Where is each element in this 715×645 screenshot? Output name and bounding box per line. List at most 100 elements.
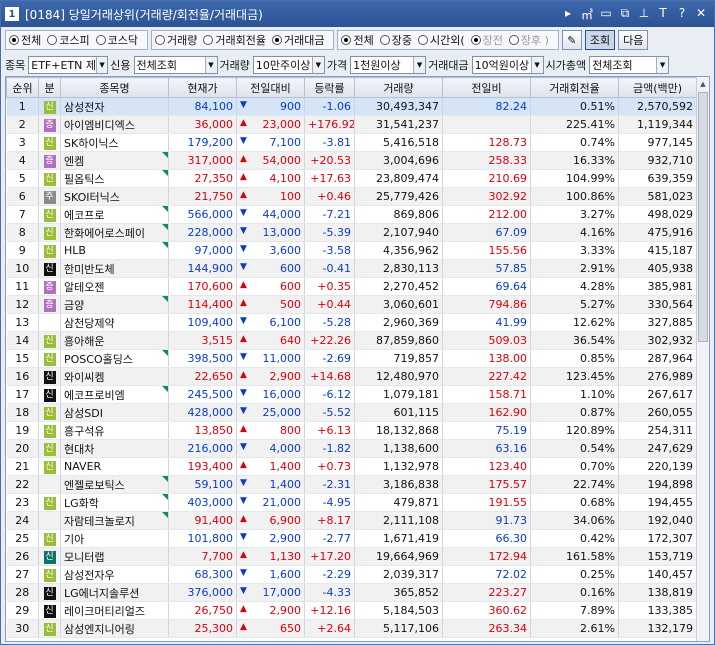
next-button[interactable]: 다음 bbox=[618, 30, 649, 50]
table-row[interactable]: 3 신 SK하이닉스 179,200 ▼ 7,100 -3.81 5,416,518 128.7… bbox=[6, 133, 697, 152]
session-radio-2[interactable]: 시간외( bbox=[417, 32, 465, 48]
table-row[interactable]: 24 자람테크놀로지 91,400 ▲ 6,900 +8.17 2,111,108 91.73… bbox=[6, 511, 697, 530]
stock-name-cell[interactable]: 금양 bbox=[60, 295, 169, 314]
column-header-6[interactable]: 거래량 bbox=[354, 77, 443, 98]
table-row[interactable]: 11 증 알테오젠 170,600 ▲ 600 +0.35 2,270,452 69.64 4.2… bbox=[6, 277, 697, 296]
rank-type-radio-0[interactable]: 거래량 bbox=[155, 32, 197, 48]
table-row[interactable]: 26 신 모니터랩 7,700 ▲ 1,130 +17.20 19,664,969 172.94… bbox=[6, 547, 697, 566]
column-header-1[interactable]: 분 bbox=[38, 77, 61, 98]
table-row[interactable]: 28 신 LG에너지솔루션 376,000 ▼ 17,000 -4.33 365,852 223… bbox=[6, 583, 697, 602]
stock-name-cell[interactable]: 삼천당제약 bbox=[60, 313, 169, 332]
stock-name-cell[interactable]: SK하이닉스 bbox=[60, 133, 169, 152]
item-select[interactable]: ETF+ETN 제 ▼ bbox=[28, 56, 109, 74]
table-row[interactable]: 5 신 필옵틱스 27,350 ▲ 4,100 +17.63 23,809,474 210.69… bbox=[6, 169, 697, 188]
table-row[interactable]: 4 증 엔켐 317,000 ▲ 54,000 +20.53 3,004,696 258.33 1… bbox=[6, 151, 697, 170]
table-row[interactable]: 13 삼천당제약 109,400 ▼ 6,100 -5.28 2,960,369 41.99 1… bbox=[6, 313, 697, 332]
table-row[interactable]: 2 증 아이엠비디엑스 36,000 ▲ 23,000 +176.92 31,541,237 2… bbox=[6, 115, 697, 134]
stock-name-cell[interactable]: POSCO홀딩스 bbox=[60, 349, 169, 368]
font-icon[interactable]: T bbox=[656, 6, 670, 23]
stock-name-cell[interactable]: 엔젤로보틱스 bbox=[60, 475, 169, 494]
rank-type-radio-1[interactable]: 거래회전율 bbox=[203, 32, 266, 48]
window-icon[interactable]: ▭ bbox=[599, 6, 613, 23]
table-row[interactable]: 1 신 삼성전자 84,100 ▼ 900 -1.06 30,493,347 82.24 0.51… bbox=[6, 97, 697, 116]
column-header-0[interactable]: 순위 bbox=[6, 77, 39, 98]
column-header-2[interactable]: 종목명 bbox=[60, 77, 169, 98]
stock-name-cell[interactable]: 삼성전자 bbox=[60, 97, 169, 116]
table-row[interactable]: 21 신 NAVER 193,400 ▲ 1,400 +0.73 1,132,978 123.4… bbox=[6, 457, 697, 476]
table-row[interactable]: 25 신 기아 101,800 ▼ 2,900 -2.77 1,671,419 66.30 0.4… bbox=[6, 529, 697, 548]
table-row[interactable]: 19 신 흥구석유 13,850 ▲ 800 +6.13 18,132,868 75.19 120… bbox=[6, 421, 697, 440]
vertical-scrollbar[interactable]: ▲ bbox=[696, 77, 709, 641]
help-icon[interactable]: ? bbox=[675, 6, 689, 23]
restore-icon[interactable]: ⧉ bbox=[618, 6, 632, 23]
stock-name-cell[interactable]: SKOI터닉스 bbox=[60, 187, 169, 206]
table-row[interactable]: 30 신 삼성엔지니어링 25,300 ▲ 650 +2.64 5,117,106 263.34… bbox=[6, 619, 697, 638]
stock-name-cell[interactable]: 흥구석유 bbox=[60, 421, 169, 440]
table-row[interactable]: 27 신 삼성전자우 68,300 ▼ 1,600 -2.29 2,039,317 72.02 0… bbox=[6, 565, 697, 584]
pin-icon[interactable]: ⊥ bbox=[637, 6, 651, 23]
stock-name-cell[interactable]: 레이크머티리얼즈 bbox=[60, 601, 169, 620]
session-radio-4[interactable]: 장후 ) bbox=[508, 32, 549, 48]
stock-name-cell[interactable]: 기아 bbox=[60, 529, 169, 548]
table-row[interactable]: 10 신 한미반도체 144,900 ▼ 600 -0.41 2,830,113 57.85 2.… bbox=[6, 259, 697, 278]
stock-name-cell[interactable]: 삼성SDI bbox=[60, 403, 169, 422]
table-row[interactable]: 22 엔젤로보틱스 59,100 ▼ 1,400 -2.31 3,186,838 175.57… bbox=[6, 475, 697, 494]
stock-name-cell[interactable]: 엔켐 bbox=[60, 151, 169, 170]
scroll-up-icon[interactable]: ▲ bbox=[697, 77, 709, 91]
market-radio-2[interactable]: 코스닥 bbox=[95, 32, 138, 48]
stock-name-cell[interactable]: 에코프로 bbox=[60, 205, 169, 224]
title-bar[interactable]: 1 [0184] 당일거래상위(거래량/회전율/거래대금) ▸ ㎡ ▭ ⧉ ⊥ T? ✕ bbox=[1, 1, 714, 27]
stock-name-cell[interactable]: HLB bbox=[60, 241, 169, 260]
table-row[interactable]: 20 신 현대차 216,000 ▼ 4,000 -1.82 1,138,600 63.16 0.… bbox=[6, 439, 697, 458]
column-header-7[interactable]: 전일비 bbox=[442, 77, 531, 98]
amount-select[interactable]: 10억원이상 ▼ bbox=[471, 56, 544, 74]
stock-name-cell[interactable]: 자람테크놀로지 bbox=[60, 511, 169, 530]
market-radio-0[interactable]: 전체 bbox=[9, 32, 41, 48]
credit-select[interactable]: 전체조회 ▼ bbox=[133, 56, 218, 74]
stock-name-cell[interactable]: 삼성엔지니어링 bbox=[60, 619, 169, 638]
table-row[interactable]: 12 증 금양 114,400 ▲ 500 +0.44 3,060,601 794.86 5.27… bbox=[6, 295, 697, 314]
query-button[interactable]: 조회 bbox=[584, 30, 616, 50]
column-header-9[interactable]: 금액(백만) bbox=[618, 77, 697, 98]
table-row[interactable]: 8 신 한화에어로스페이 228,000 ▼ 13,000 -5.39 2,107,940 67… bbox=[6, 223, 697, 242]
m-icon[interactable]: ㎡ bbox=[580, 6, 594, 23]
session-radio-1[interactable]: 장중 bbox=[379, 32, 412, 48]
stock-name-cell[interactable]: 알테오젠 bbox=[60, 277, 169, 296]
arrow-right-icon[interactable]: ▸ bbox=[561, 6, 575, 23]
scrollbar-thumb[interactable] bbox=[698, 92, 708, 342]
table-row[interactable]: 16 신 와이씨켐 22,650 ▲ 2,900 +14.68 12,480,970 227.4… bbox=[6, 367, 697, 386]
stock-name-cell[interactable]: 한미반도체 bbox=[60, 259, 169, 278]
session-radio-3[interactable]: 장전 bbox=[470, 32, 503, 48]
stock-name-cell[interactable]: LG화학 bbox=[60, 493, 169, 512]
stock-name-cell[interactable]: 필옵틱스 bbox=[60, 169, 169, 188]
table-row[interactable]: 6 주 SKOI터닉스 21,750 ▲ 100 +0.46 25,779,426 302.92… bbox=[6, 187, 697, 206]
volume-select[interactable]: 10만주이상 ▼ bbox=[252, 56, 325, 74]
cap-select[interactable]: 전체조회 ▼ bbox=[589, 56, 670, 74]
table-row[interactable]: 17 신 에코프로비엠 245,500 ▼ 16,000 -6.12 1,079,181 158… bbox=[6, 385, 697, 404]
table-row[interactable]: 15 신 POSCO홀딩스 398,500 ▼ 11,000 -2.69 719,857 138… bbox=[6, 349, 697, 368]
column-header-5[interactable]: 등락률 bbox=[304, 77, 355, 98]
rank-type-radio-2[interactable]: 거래대금 bbox=[271, 32, 324, 48]
settings-icon[interactable]: ✎ bbox=[561, 30, 582, 50]
column-header-8[interactable]: 거래회전율 bbox=[530, 77, 619, 98]
table-row[interactable]: 29 신 레이크머티리얼즈 26,750 ▲ 2,900 +12.16 5,184,503 36… bbox=[6, 601, 697, 620]
column-header-4[interactable]: 전일대비 bbox=[236, 77, 305, 98]
session-radio-0[interactable]: 전체 bbox=[341, 32, 374, 48]
stock-name-cell[interactable]: 삼성전자우 bbox=[60, 565, 169, 584]
table-row[interactable]: 9 신 HLB 97,000 ▼ 3,600 -3.58 4,356,962 155.56 3.3… bbox=[6, 241, 697, 260]
close-icon[interactable]: ✕ bbox=[694, 6, 708, 23]
stock-name-cell[interactable]: 현대차 bbox=[60, 439, 169, 458]
stock-name-cell[interactable]: 모니터랩 bbox=[60, 547, 169, 566]
stock-name-cell[interactable]: NAVER bbox=[60, 457, 169, 476]
stock-name-cell[interactable]: LG에너지솔루션 bbox=[60, 583, 169, 602]
column-header-3[interactable]: 현재가 bbox=[168, 77, 237, 98]
price-select[interactable]: 1천원이상 ▼ bbox=[350, 56, 427, 74]
stock-name-cell[interactable]: 흥아해운 bbox=[60, 331, 169, 350]
table-row[interactable]: 14 신 흥아해운 3,515 ▲ 640 +22.26 87,859,860 509.03 36… bbox=[6, 331, 697, 350]
stock-name-cell[interactable]: 에코프로비엠 bbox=[60, 385, 169, 404]
stock-name-cell[interactable]: 아이엠비디엑스 bbox=[60, 115, 169, 134]
table-row[interactable]: 23 신 LG화학 403,000 ▼ 21,000 -4.95 479,871 191.55 0… bbox=[6, 493, 697, 512]
table-row[interactable]: 7 신 에코프로 566,000 ▼ 44,000 -7.21 869,806 212.00 3.… bbox=[6, 205, 697, 224]
table-row[interactable]: 18 신 삼성SDI 428,000 ▼ 25,000 -5.52 601,115 162.90… bbox=[6, 403, 697, 422]
stock-name-cell[interactable]: 한화에어로스페이 bbox=[60, 223, 169, 242]
